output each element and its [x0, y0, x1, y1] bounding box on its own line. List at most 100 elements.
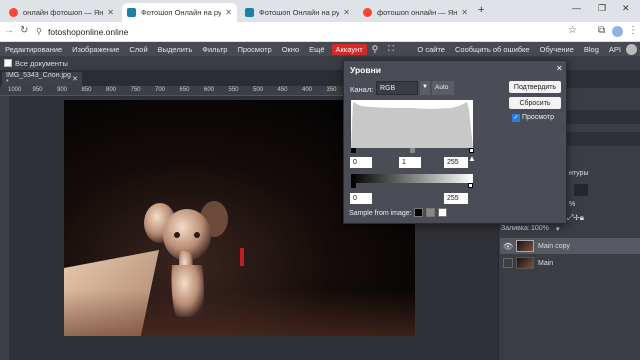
layer-name: Main copy [538, 242, 570, 250]
yandex-favicon-icon [363, 8, 372, 17]
user-icon[interactable] [626, 43, 637, 55]
ruler-label: 700 [155, 87, 166, 93]
chevron-down-icon[interactable]: ▾ [556, 225, 560, 233]
channel-label: Канал: [350, 85, 374, 94]
app-menu-bar: Редактирование Изображение Слой Выделить… [0, 42, 640, 56]
menu-blog[interactable]: Blog [579, 45, 604, 54]
url-text[interactable]: fotoshoponline.online [48, 27, 128, 37]
input-gamma-field[interactable]: 1 [399, 157, 421, 168]
visibility-toggle[interactable] [503, 258, 513, 268]
ruler-label: 500 [253, 87, 264, 93]
profile-avatar[interactable] [612, 26, 623, 37]
histogram-graph [351, 102, 473, 148]
forward-icon[interactable]: → [4, 25, 14, 36]
close-icon[interactable]: ✕ [107, 8, 114, 17]
tab-title: Фотошоп Онлайн на русском [141, 8, 222, 17]
output-black-slider[interactable] [351, 183, 356, 188]
menu-report-bug[interactable]: Сообщить об ошибке [450, 45, 535, 54]
ruler-label: 350 [326, 87, 337, 93]
browser-tab[interactable]: Фотошоп Онлайн на русском ✕ [240, 3, 355, 22]
channel-select[interactable]: RGB [376, 81, 418, 95]
ruler-label: 650 [179, 87, 190, 93]
document-tab[interactable]: IMG_5343_Слон.jpg * ✕ [2, 72, 82, 86]
site-favicon-icon [127, 8, 136, 17]
close-icon[interactable]: ✕ [461, 8, 468, 17]
bookmark-star-icon[interactable]: ☆ [568, 25, 577, 36]
layer-row[interactable]: Main [500, 255, 640, 271]
new-tab-icon[interactable]: + [478, 4, 484, 16]
dialog-title: Уровни [350, 65, 381, 75]
output-white-field[interactable]: 255 [444, 193, 468, 204]
maximize-icon[interactable]: ❐ [598, 3, 606, 14]
elephant-figurine [144, 201, 228, 317]
browser-tab-bar: онлайн фотошоп — Яндекс: н ✕ Фотошоп Онл… [0, 0, 640, 22]
account-button[interactable]: Аккаунт [331, 43, 367, 55]
chevron-down-icon[interactable]: ▼ [420, 81, 430, 95]
white-point-slider[interactable] [469, 148, 474, 153]
menu-edit[interactable]: Редактирование [0, 45, 67, 54]
close-icon[interactable]: ✕ [343, 8, 350, 17]
menu-window[interactable]: Окно [277, 45, 304, 54]
lock-icons[interactable]: ⤢✢🔒︎ [567, 213, 584, 223]
ruler-label: 1000 [8, 87, 22, 93]
ruler-label: 850 [81, 87, 92, 93]
confirm-button[interactable]: Подтвердить [509, 81, 561, 93]
layer-row-selected[interactable]: 👁︎ Main copy [500, 238, 640, 254]
fill-value[interactable]: 100% [531, 225, 549, 232]
sample-white-eyedropper[interactable] [438, 208, 447, 217]
sample-black-eyedropper[interactable] [414, 208, 423, 217]
eye-icon[interactable]: 👁︎ [503, 242, 513, 251]
browser-tab[interactable]: онлайн фотошоп — Яндекс: н ✕ [4, 3, 119, 22]
ruler-label: 800 [106, 87, 117, 93]
output-white-slider[interactable] [468, 183, 473, 188]
menu-filter[interactable]: Фильтр [197, 45, 232, 54]
menu-select[interactable]: Выделить [153, 45, 198, 54]
fullscreen-icon[interactable]: ⛶ [383, 44, 399, 54]
red-object [240, 248, 244, 266]
layer-name: Main [538, 259, 554, 267]
menu-image[interactable]: Изображение [67, 45, 124, 54]
histogram [351, 100, 473, 148]
output-black-field[interactable]: 0 [350, 193, 372, 204]
extensions-icon[interactable]: ⧉ [598, 25, 605, 36]
blend-mode-select[interactable] [574, 184, 588, 196]
reload-icon[interactable]: ↻ [20, 25, 28, 36]
all-docs-checkbox[interactable] [4, 59, 12, 67]
menu-more[interactable]: Ещё [304, 45, 329, 54]
auto-button[interactable]: Auto [432, 81, 454, 95]
menu-view[interactable]: Просмотр [232, 45, 276, 54]
menu-api[interactable]: API [604, 45, 626, 54]
input-white-field[interactable]: 255 [444, 157, 468, 168]
black-point-slider[interactable] [351, 148, 356, 153]
minimize-icon[interactable]: — [572, 3, 581, 13]
sample-gray-eyedropper[interactable] [426, 208, 435, 217]
close-icon[interactable]: ✕ [225, 8, 232, 17]
close-window-icon[interactable]: ✕ [622, 3, 630, 14]
opacity-percent: % [569, 201, 576, 208]
menu-about[interactable]: О сайте [412, 45, 450, 54]
gamma-slider[interactable] [410, 148, 415, 153]
site-favicon-icon [245, 8, 254, 17]
address-bar: → ↻ ⚲ fotoshoponline.online ☆ ⧉ ⋮ [0, 22, 640, 42]
close-icon[interactable]: ✕ [556, 64, 563, 73]
output-gradient [351, 174, 473, 183]
preview-label: Просмотр [522, 114, 554, 121]
site-info-icon[interactable]: ⚲ [36, 27, 42, 36]
more-menu-icon[interactable]: ⋮ [628, 25, 638, 36]
tab-title: Фотошоп Онлайн на русском [259, 8, 340, 17]
preview-checkbox[interactable]: ✓ [512, 114, 520, 122]
cursor-pointer: ▲ [468, 154, 476, 163]
input-sliders [351, 148, 474, 154]
ruler-label: 950 [32, 87, 43, 93]
browser-tab-active[interactable]: Фотошоп Онлайн на русском ✕ [122, 3, 237, 22]
yandex-favicon-icon [9, 8, 18, 17]
close-icon[interactable]: ✕ [72, 75, 78, 83]
reset-button[interactable]: Сбросить [509, 97, 561, 109]
menu-learn[interactable]: Обучение [535, 45, 579, 54]
input-black-field[interactable]: 0 [350, 157, 372, 168]
menu-layer[interactable]: Слой [124, 45, 152, 54]
browser-tab[interactable]: фотошоп онлайн — Яндекс: н ✕ [358, 3, 473, 22]
search-icon[interactable]: ⚲ [367, 44, 384, 55]
layer-thumbnail [516, 257, 534, 269]
sample-label: Sample from image: [349, 210, 412, 217]
